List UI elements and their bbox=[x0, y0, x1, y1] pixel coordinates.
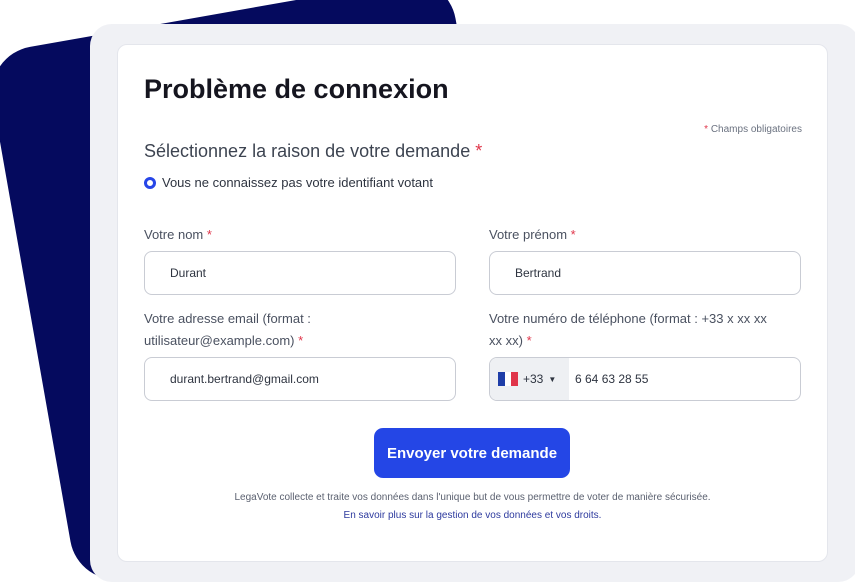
first-name-input[interactable]: Bertrand bbox=[489, 251, 801, 295]
phone-input[interactable]: +33 ▼ 6 64 63 28 55 bbox=[489, 357, 801, 401]
required-fields-note: * Champs obligatoires bbox=[704, 124, 802, 135]
country-code-select[interactable]: +33 ▼ bbox=[490, 358, 569, 400]
radio-selected-icon[interactable] bbox=[144, 176, 156, 189]
caret-down-icon: ▼ bbox=[548, 374, 557, 384]
email-input[interactable]: durant.bertrand@gmail.com bbox=[144, 357, 456, 401]
privacy-link[interactable]: En savoir plus sur la gestion de vos don… bbox=[117, 510, 828, 521]
reason-section-title: Sélectionnez la raison de votre demande … bbox=[144, 141, 483, 161]
reason-option-label: Vous ne connaissez pas votre identifiant… bbox=[162, 175, 434, 190]
last-name-label: Votre nom * bbox=[144, 227, 212, 242]
first-name-label: Votre prénom * bbox=[489, 227, 576, 242]
privacy-notice: LegaVote collecte et traite vos données … bbox=[234, 492, 711, 503]
form-card bbox=[117, 44, 828, 562]
email-label: Votre adresse email (format : utilisateu… bbox=[144, 311, 311, 348]
france-flag-icon bbox=[498, 372, 519, 386]
reason-option[interactable]: Vous ne connaissez pas votre identifiant… bbox=[144, 175, 433, 190]
submit-button[interactable]: Envoyer votre demande bbox=[374, 428, 570, 478]
last-name-input[interactable]: Durant bbox=[144, 251, 456, 295]
phone-label: Votre numéro de téléphone (format : +33 … bbox=[489, 311, 767, 348]
page-title: Problème de connexion bbox=[144, 74, 449, 104]
phone-number-value: 6 64 63 28 55 bbox=[575, 372, 649, 386]
